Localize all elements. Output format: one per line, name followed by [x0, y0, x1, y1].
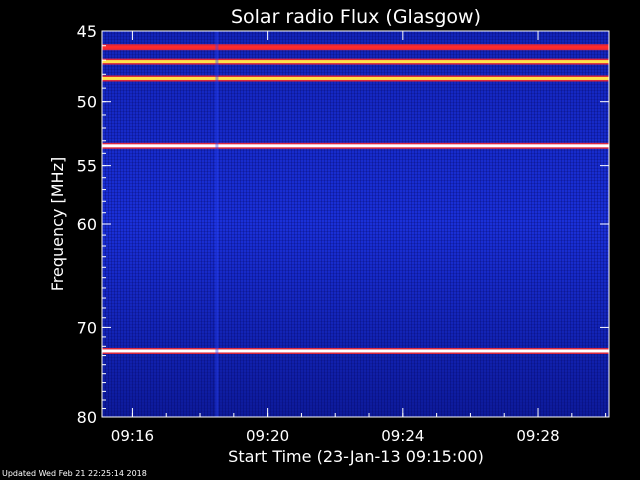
x-tick-label: 09:20 [246, 427, 289, 445]
y-tick-label: 55 [77, 157, 97, 176]
y-tick-label: 50 [77, 93, 97, 112]
band-line [102, 144, 609, 148]
band-line [102, 349, 609, 353]
x-tick-label: 09:24 [381, 427, 424, 445]
y-tick-label: 80 [77, 408, 97, 427]
plot-area [101, 30, 610, 418]
band-line [102, 60, 609, 64]
y-tick-label: 45 [77, 22, 97, 41]
time-streak [215, 31, 219, 417]
y-axis-label: Frequency [MHz] [48, 157, 67, 291]
updated-timestamp: Updated Wed Feb 21 22:25:14 2018 [2, 469, 147, 478]
spectrogram-time-streaks [215, 31, 219, 417]
spectrogram-chart: Solar radio Flux (Glasgow) 09:16 09:20 09:… [48, 6, 610, 466]
spectrogram-noise-columns [102, 31, 609, 417]
band-line [102, 45, 609, 49]
chart-title: Solar radio Flux (Glasgow) [231, 6, 481, 28]
x-axis-label: Start Time (23-Jan-13 09:15:00) [228, 447, 484, 466]
band-line [102, 76, 609, 80]
y-tick-label: 60 [77, 215, 97, 234]
x-tick-label: 09:16 [111, 427, 154, 445]
x-tick-label: 09:28 [516, 427, 559, 445]
y-tick-label: 70 [77, 318, 97, 337]
